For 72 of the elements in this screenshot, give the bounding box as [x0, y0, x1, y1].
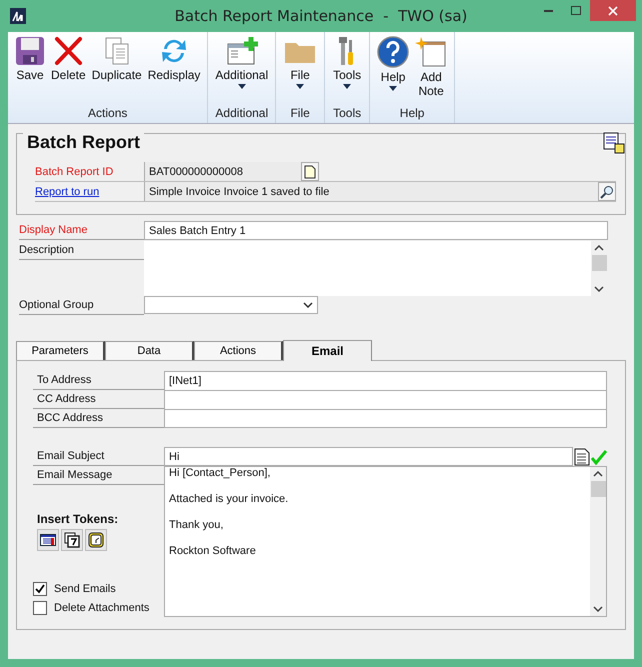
checkmark-icon: [35, 584, 45, 594]
checkbox[interactable]: Delete Attachments: [33, 601, 164, 615]
close-icon: [608, 6, 618, 16]
scroll-up-icon[interactable]: [594, 245, 604, 251]
maximize-icon: [571, 6, 581, 16]
token-button[interactable]: [37, 529, 59, 551]
description-field[interactable]: [144, 241, 607, 296]
email-message-field[interactable]: Hi [Contact_Person], Attached is your invoice. Thank you, Rockton Software: [164, 466, 607, 617]
token-button[interactable]: [61, 529, 83, 551]
ribbon-group-label: File: [290, 106, 310, 122]
calendar-icon: [64, 532, 80, 548]
field-label: Batch Report ID: [35, 164, 114, 180]
lookup-button[interactable]: [598, 182, 616, 201]
report-options-icon[interactable]: [603, 132, 625, 154]
scroll-down-icon[interactable]: [594, 286, 604, 292]
message-line: Hi [Contact_Person],: [169, 467, 272, 480]
tab[interactable]: Email: [283, 340, 372, 361]
ribbon-group-label: Actions: [88, 106, 128, 122]
ribbon-group-label: Additional: [215, 106, 268, 122]
scroll-thumb[interactable]: [590, 481, 606, 497]
note-icon: [304, 164, 316, 178]
ribbon-group-label: Help: [400, 106, 424, 122]
checkmark-icon: [591, 448, 607, 464]
address-field[interactable]: [INet1]: [164, 371, 607, 390]
document-icon[interactable]: [573, 448, 591, 466]
batch-report-id-field[interactable]: BAT000000000008: [144, 162, 301, 181]
minimize-icon: [544, 10, 552, 12]
token-button[interactable]: [85, 529, 107, 551]
ribbon-button[interactable]: File: [280, 32, 320, 106]
dropdown-arrow-icon: [238, 84, 246, 89]
close-button[interactable]: [590, 0, 636, 21]
scroll-thumb[interactable]: [592, 255, 606, 271]
ribbon-button[interactable]: Redisplay: [144, 32, 204, 106]
insert-tokens-label: Insert Tokens:: [37, 512, 120, 526]
address-field[interactable]: [164, 409, 607, 428]
message-line: Thank you,: [169, 519, 224, 532]
dropdown-arrow-icon: [389, 86, 398, 91]
chevron-down-icon: [303, 302, 313, 308]
clock-icon: [88, 532, 104, 548]
ribbon-button[interactable]: Delete: [48, 32, 89, 106]
tab[interactable]: Actions: [194, 341, 283, 360]
search-icon: [600, 184, 614, 198]
table-icon: [40, 533, 56, 547]
display-name-field[interactable]: Sales Batch Entry 1: [144, 221, 608, 240]
note-icon: [415, 36, 448, 68]
dropdown-arrow-icon: [343, 84, 352, 89]
ribbon-button[interactable]: Duplicate: [88, 32, 145, 106]
checkbox[interactable]: Send Emails: [33, 582, 164, 596]
scrollbar[interactable]: [590, 467, 606, 616]
ribbon-button[interactable]: Additional: [212, 32, 272, 106]
window-plus-icon: [224, 36, 259, 66]
message-line: Attached is your invoice.: [169, 493, 290, 506]
tab[interactable]: Parameters: [16, 341, 105, 360]
section-title: Batch Report: [23, 132, 144, 153]
help-icon: [377, 36, 410, 68]
ribbon-button[interactable]: Add Note: [412, 32, 450, 106]
app-logo-icon: [10, 8, 26, 24]
report-to-run-link[interactable]: Report to run: [35, 182, 144, 201]
note-button[interactable]: [301, 162, 319, 181]
ribbon-button[interactable]: Help: [374, 32, 412, 106]
cross-icon: [53, 36, 84, 66]
dropdown-arrow-icon: [296, 84, 304, 89]
ribbon-button[interactable]: Tools: [329, 32, 366, 106]
address-field[interactable]: [164, 390, 607, 409]
ribbon-button[interactable]: Save: [12, 32, 48, 106]
ribbon-group-label: Tools: [333, 106, 362, 122]
message-line: Rockton Software: [169, 545, 257, 558]
scroll-up-icon[interactable]: [593, 471, 603, 477]
report-to-run-field[interactable]: Simple Invoice Invoice 1 saved to file: [144, 182, 598, 201]
scroll-down-icon[interactable]: [593, 606, 603, 612]
tab[interactable]: Data: [105, 341, 194, 360]
window-title: Batch Report Maintenance - TWO (sa): [174, 7, 468, 25]
